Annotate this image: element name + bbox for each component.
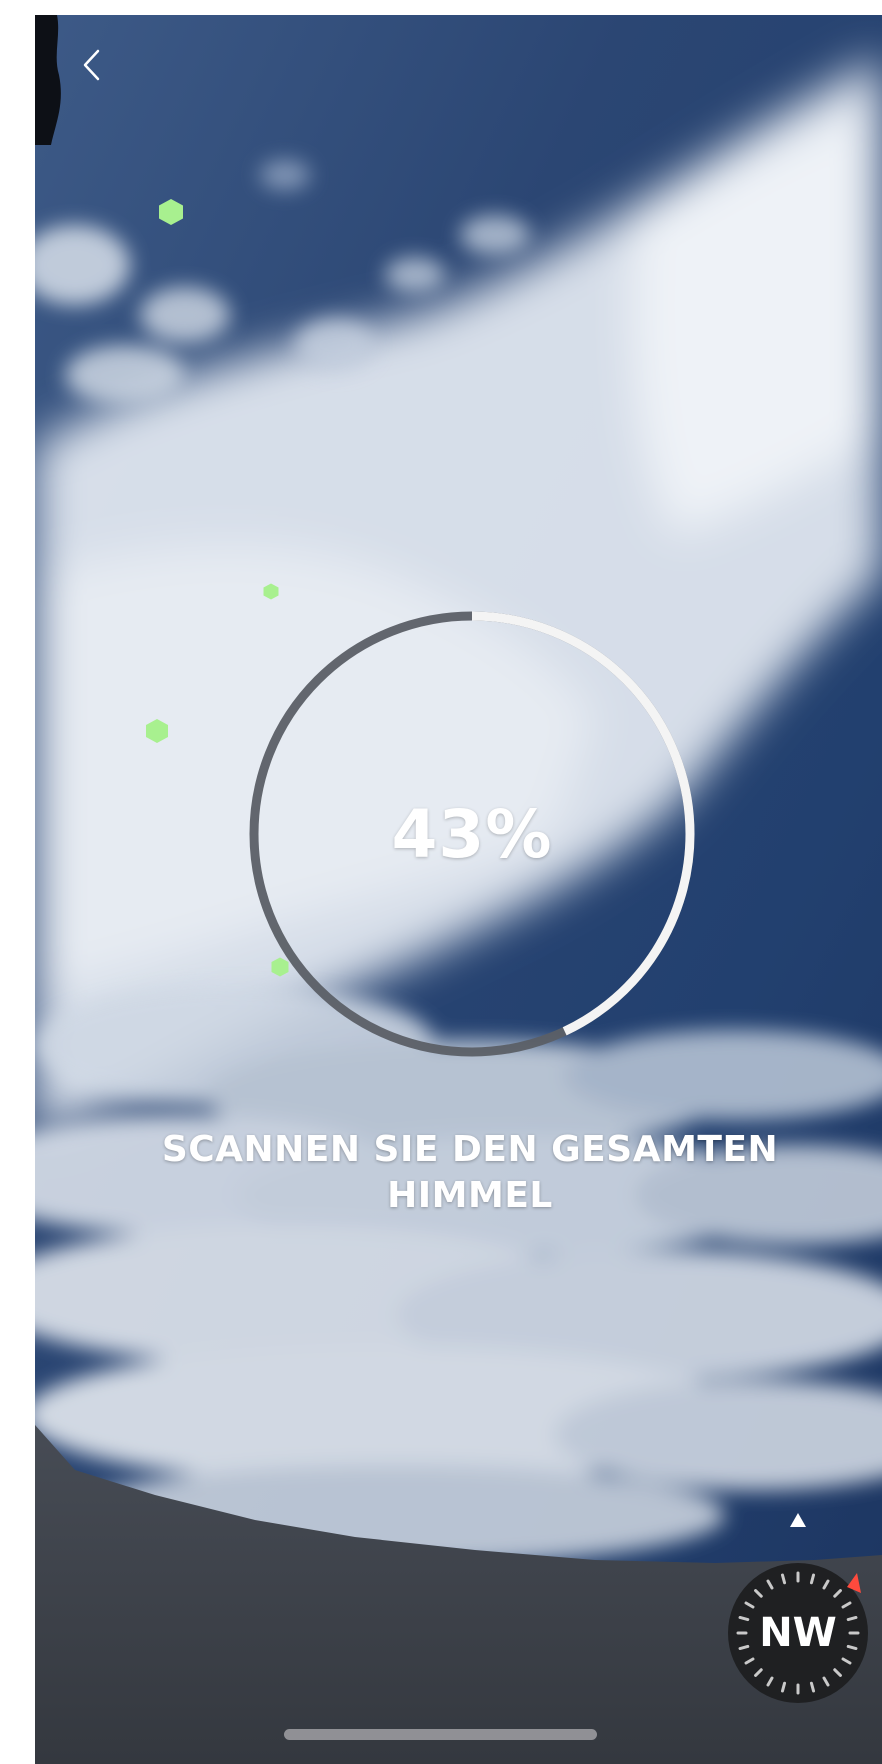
scan-instruction: SCANNEN SIE DEN GESAMTEN HIMMEL [161, 1129, 779, 1216]
scan-progress-ring: 43% [247, 609, 697, 1059]
back-button[interactable] [73, 45, 113, 85]
hexagon-marker-icon [263, 583, 279, 600]
sky-scan-screen: 43% SCANNEN SIE DEN GESAMTEN HIMMEL NW [35, 15, 882, 1764]
home-indicator[interactable] [284, 1729, 597, 1740]
compass-direction: NW [759, 1610, 837, 1656]
progress-percent: 43% [391, 795, 553, 873]
north-pointer-icon [790, 1513, 806, 1527]
compass-widget[interactable]: NW [723, 1513, 873, 1703]
chevron-left-icon [83, 49, 100, 81]
hexagon-marker-icon [159, 199, 183, 225]
hexagon-marker-icon [146, 719, 168, 743]
